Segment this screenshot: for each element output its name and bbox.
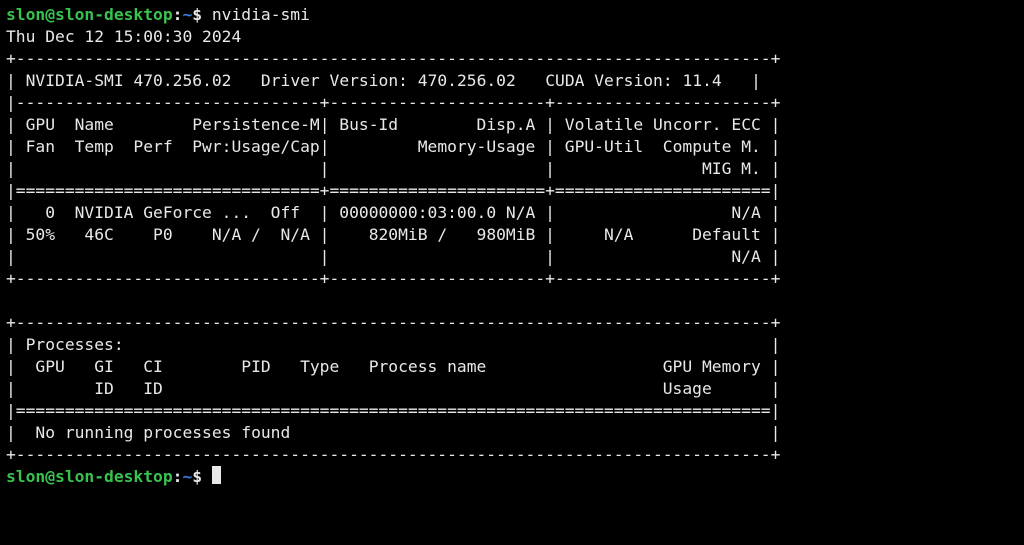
timestamp: Thu Dec 12 15:00:30 2024: [6, 27, 241, 46]
gpu0-bus: 00000000:03:00.0 N/A: [339, 203, 535, 222]
prompt-colon: :: [173, 5, 183, 24]
gpu0-util: N/A Default: [565, 225, 761, 244]
smi-version: 470.256.02: [133, 71, 231, 90]
cursor[interactable]: [212, 466, 221, 484]
prompt-user: slon@slon-desktop: [6, 5, 173, 24]
gpu0-ecc: N/A: [565, 203, 761, 222]
prompt-path-2: ~: [182, 467, 192, 486]
terminal-output: slon@slon-desktop:~$ nvidia-smi Thu Dec …: [6, 4, 1018, 488]
cuda-label: CUDA Version:: [545, 71, 672, 90]
col-gpu-name: GPU Name Persistence-M: [26, 115, 320, 134]
prompt-colon-2: :: [173, 467, 183, 486]
col-busid: Bus-Id Disp.A: [339, 115, 535, 134]
gpu0-mem: 820MiB / 980MiB: [339, 225, 535, 244]
driver-label: Driver Version:: [261, 71, 408, 90]
command-text: nvidia-smi: [212, 5, 310, 24]
terminal[interactable]: slon@slon-desktop:~$ nvidia-smi Thu Dec …: [0, 0, 1024, 488]
col-mig: MIG M.: [565, 159, 761, 178]
gpu0-mig: N/A: [565, 247, 761, 266]
prompt-path: ~: [182, 5, 192, 24]
col-fan: Fan Temp Perf Pwr:Usage/Cap: [26, 137, 320, 156]
col-mem: Memory-Usage: [339, 137, 535, 156]
processes-title: Processes:: [26, 335, 124, 354]
gpu0-fan: 50% 46C P0 N/A / N/A: [26, 225, 310, 244]
prompt-dollar: $: [192, 5, 212, 24]
col-util: GPU-Util Compute M.: [565, 137, 761, 156]
prompt-dollar-2: $: [192, 467, 212, 486]
col-ecc: Volatile Uncorr. ECC: [565, 115, 761, 134]
gpu0-name: 0 NVIDIA GeForce ... Off: [26, 203, 310, 222]
proc-header-2: ID ID Usage: [35, 379, 760, 398]
driver-version: 470.256.02: [418, 71, 516, 90]
proc-header-1: GPU GI CI PID Type Process name GPU Memo…: [35, 357, 760, 376]
smi-label: NVIDIA-SMI: [26, 71, 124, 90]
cuda-version: 11.4: [682, 71, 721, 90]
no-processes: No running processes found: [35, 423, 290, 442]
prompt-user-2: slon@slon-desktop: [6, 467, 173, 486]
